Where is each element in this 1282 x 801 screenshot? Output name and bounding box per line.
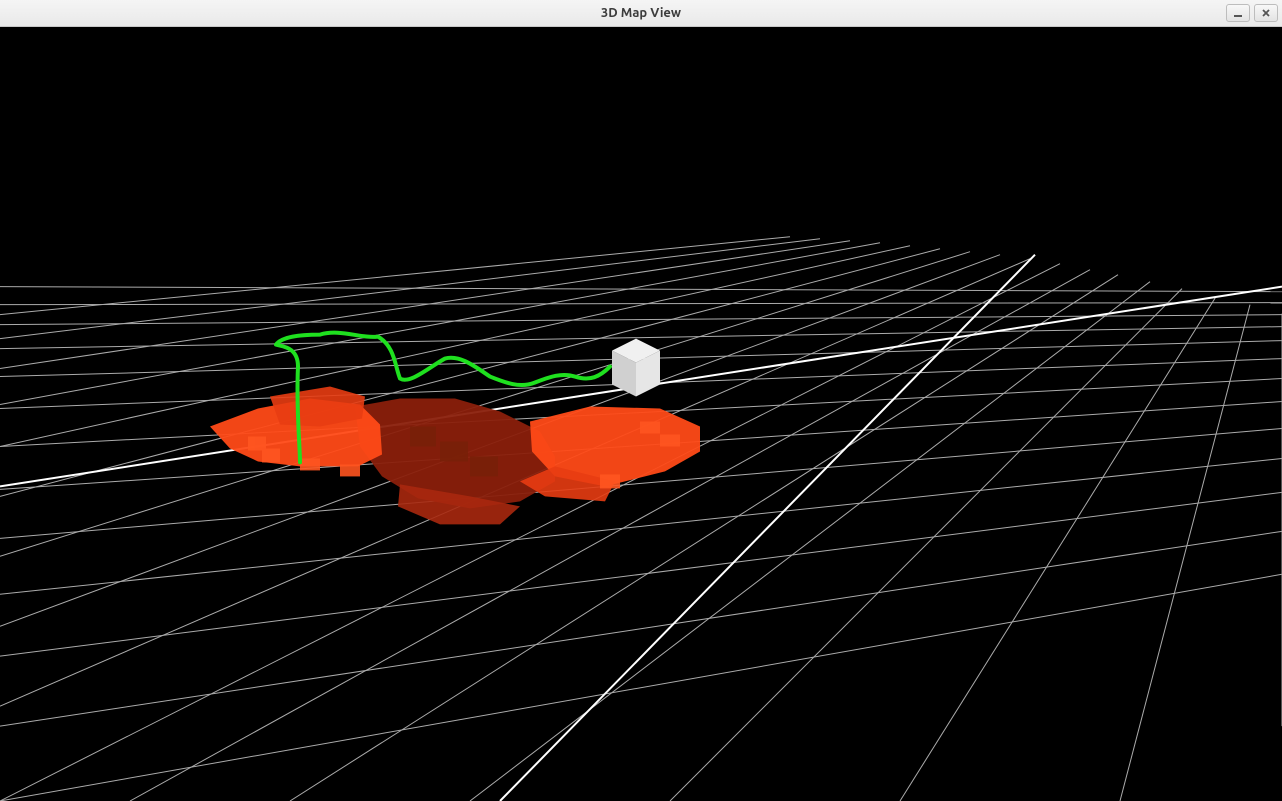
window-title: 3D Map View [0,6,1282,20]
pose-cube [612,339,660,397]
minimize-button[interactable] [1226,4,1250,22]
minimize-icon [1233,8,1243,18]
titlebar[interactable]: 3D Map View [0,0,1282,27]
window-controls [1222,4,1282,22]
scene-svg [0,27,1282,801]
close-button[interactable] [1254,4,1278,22]
viewport-3d[interactable] [0,27,1282,801]
close-icon [1261,8,1271,18]
map-view-window: 3D Map View [0,0,1282,801]
